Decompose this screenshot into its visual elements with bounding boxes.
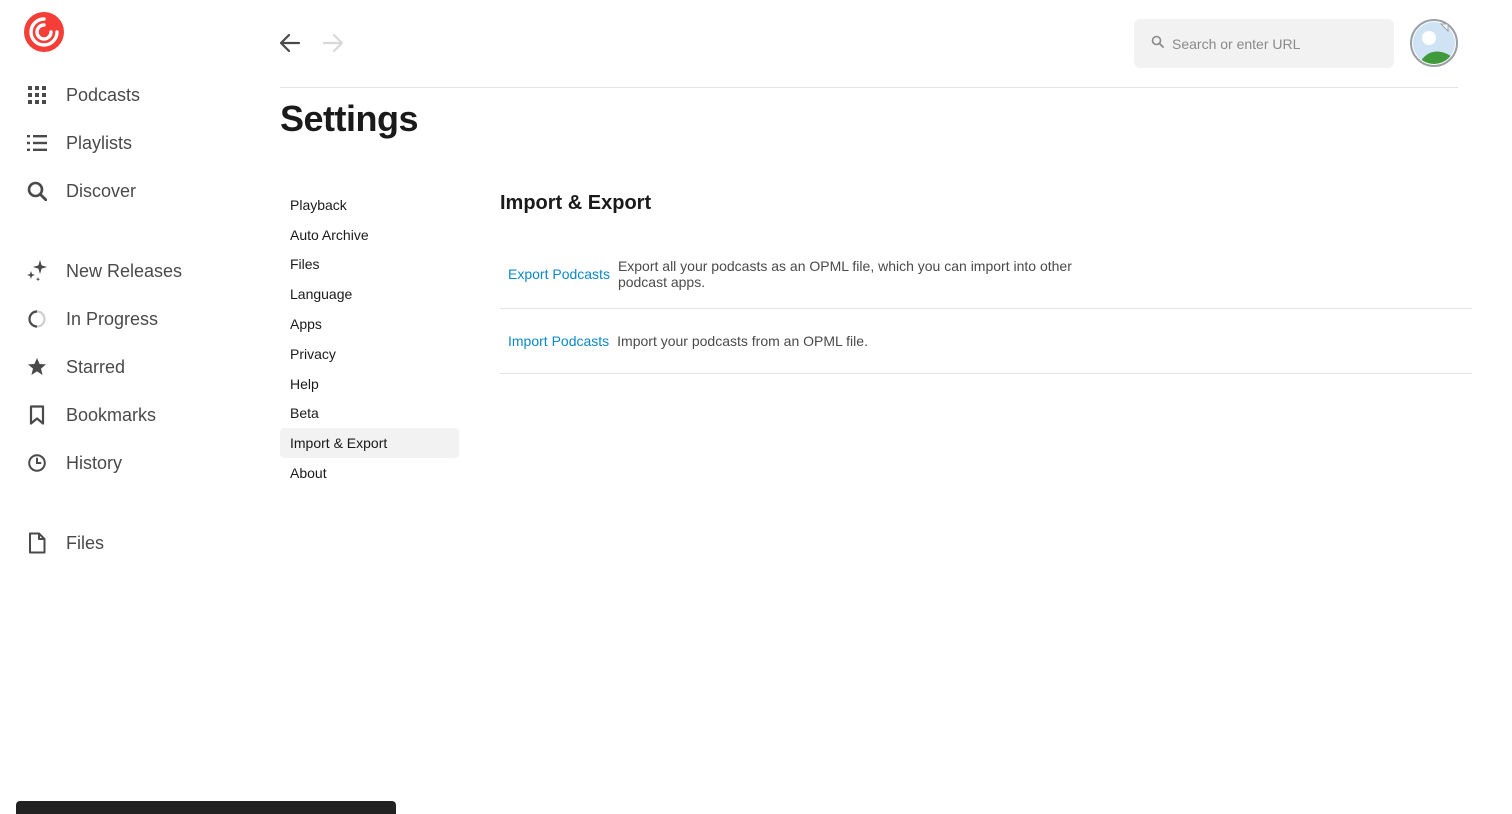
search-input[interactable] bbox=[1172, 35, 1372, 52]
search-icon bbox=[1151, 35, 1164, 53]
list-icon bbox=[24, 130, 50, 156]
sidebar-item-label: Discover bbox=[66, 180, 137, 201]
import-podcasts-link[interactable]: Import Podcasts bbox=[508, 333, 609, 349]
settings-item-files[interactable]: Files bbox=[280, 250, 459, 280]
pocket-casts-logo-icon[interactable] bbox=[24, 12, 64, 52]
sidebar-item-label: Starred bbox=[66, 356, 126, 377]
settings-item-apps[interactable]: Apps bbox=[280, 309, 459, 339]
sidebar-item-discover[interactable]: Discover bbox=[24, 173, 244, 209]
player-bar bbox=[16, 801, 396, 814]
sidebar-item-label: Bookmarks bbox=[66, 404, 157, 425]
sidebar-item-starred[interactable]: Starred bbox=[24, 349, 244, 385]
import-row: Import Podcasts Import your podcasts fro… bbox=[500, 309, 1472, 374]
sparkle-icon bbox=[24, 258, 50, 284]
grid-icon bbox=[24, 82, 50, 108]
star-icon bbox=[24, 354, 50, 380]
section-title: Import & Export bbox=[500, 192, 652, 214]
sidebar-item-in-progress[interactable]: In Progress bbox=[24, 301, 244, 337]
sidebar-item-label: Files bbox=[66, 532, 105, 553]
sidebar-item-bookmarks[interactable]: Bookmarks bbox=[24, 397, 244, 433]
settings-item-playback[interactable]: Playback bbox=[280, 190, 459, 220]
search-icon bbox=[24, 178, 50, 204]
sidebar-item-new-releases[interactable]: New Releases bbox=[24, 253, 244, 289]
export-podcasts-link[interactable]: Export Podcasts bbox=[508, 266, 610, 282]
sidebar-item-history[interactable]: History bbox=[24, 445, 244, 481]
settings-item-about[interactable]: About bbox=[280, 458, 459, 488]
sidebar-item-podcasts[interactable]: Podcasts bbox=[24, 77, 244, 113]
settings-menu: Playback Auto Archive Files Language App… bbox=[280, 190, 459, 488]
sidebar-item-label: History bbox=[66, 452, 123, 473]
sidebar-item-playlists[interactable]: Playlists bbox=[24, 125, 244, 161]
sidebar-item-label: Podcasts bbox=[66, 84, 141, 105]
avatar[interactable] bbox=[1410, 19, 1458, 67]
sidebar-item-label: In Progress bbox=[66, 308, 159, 329]
settings-item-auto-archive[interactable]: Auto Archive bbox=[280, 220, 459, 250]
app: Podcasts Playlists Discover New Releases… bbox=[0, 0, 1512, 814]
clock-icon bbox=[24, 450, 50, 476]
settings-item-import-export[interactable]: Import & Export bbox=[280, 428, 459, 459]
sidebar-item-files[interactable]: Files bbox=[24, 525, 244, 561]
header-divider bbox=[280, 87, 1458, 88]
forward-arrow-icon[interactable] bbox=[321, 30, 345, 56]
file-icon bbox=[24, 530, 50, 556]
import-description: Import your podcasts from an OPML file. bbox=[617, 333, 868, 349]
sidebar-item-label: Playlists bbox=[66, 132, 133, 153]
settings-item-beta[interactable]: Beta bbox=[280, 399, 459, 429]
export-description: Export all your podcasts as an OPML file… bbox=[617, 258, 1072, 290]
search-box[interactable] bbox=[1134, 19, 1394, 68]
settings-item-privacy[interactable]: Privacy bbox=[280, 339, 459, 369]
sidebar: Podcasts Playlists Discover New Releases… bbox=[0, 0, 250, 814]
export-row: Export Podcasts Export all your podcasts… bbox=[500, 240, 1472, 309]
page-title: Settings bbox=[280, 98, 419, 139]
sidebar-item-label: New Releases bbox=[66, 260, 183, 281]
import-export-section: Import & Export Export Podcasts Export a… bbox=[500, 192, 1472, 374]
back-arrow-icon[interactable] bbox=[278, 30, 302, 56]
settings-item-language[interactable]: Language bbox=[280, 279, 459, 309]
progress-circle-icon bbox=[24, 306, 50, 332]
bookmark-icon bbox=[24, 402, 50, 428]
settings-item-help[interactable]: Help bbox=[280, 369, 459, 399]
